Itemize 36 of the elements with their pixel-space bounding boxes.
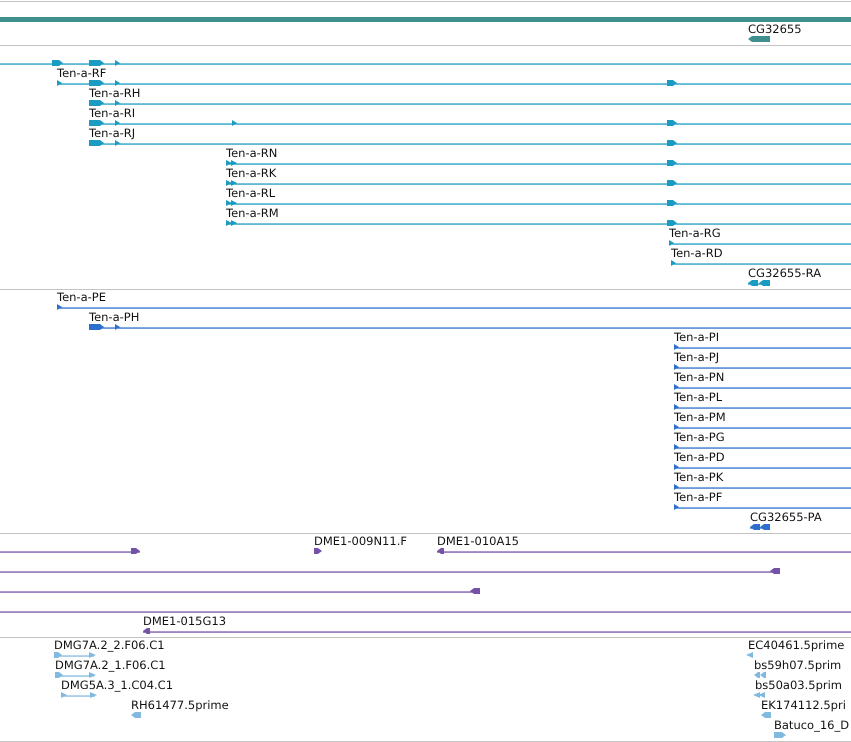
feature-label: RH61477.5prime [131, 698, 229, 712]
feature-label: DME1-015G13 [143, 614, 226, 628]
feature-label: Ten-a-PK [674, 470, 724, 484]
feature-label: DME1-009N11.F [314, 534, 407, 548]
feature-label: CG32655-RA [748, 266, 822, 280]
feature-label: Ten-a-RM [226, 206, 279, 220]
feature-label: DMG5A.3_1.C04.C1 [61, 678, 174, 692]
feature-label: EC40461.5prime [748, 638, 844, 652]
feature-label: Ten-a-PN [674, 370, 724, 384]
feature-label: Ten-a-PE [57, 290, 106, 304]
feature-label: EK174112.5pri [761, 698, 846, 712]
feature-label: CG32655 [748, 22, 802, 36]
feature-label: Ten-a-PI [674, 330, 720, 344]
feature-label: Ten-a-PM [674, 410, 726, 424]
feature-label: Ten-a-RF [57, 66, 106, 80]
feature-label: Ten-a-PJ [674, 350, 720, 364]
feature-label: Ten-a-PG [674, 430, 725, 444]
feature-label: Ten-a-PH [89, 310, 140, 324]
feature-label: Ten-a-RD [671, 246, 723, 260]
feature-label: Ten-a-RH [89, 86, 140, 100]
feature-label: Ten-a-RN [226, 146, 278, 160]
feature-label: CG32655-PA [750, 510, 822, 524]
feature-label: Batuco_16_D [774, 718, 850, 732]
feature-label: Ten-a-PF [674, 490, 722, 504]
feature-label: bs59h07.5prim [754, 658, 842, 672]
feature-label: Ten-a-RJ [89, 126, 136, 140]
feature-label: Ten-a-PD [674, 450, 725, 464]
feature-label: DMG7A.2_2.F06.C1 [54, 638, 165, 652]
feature-label: Ten-a-RI [89, 106, 136, 120]
feature-label: DMG7A.2_1.F06.C1 [55, 658, 166, 672]
feature-label: DME1-010A15 [437, 534, 519, 548]
feature-label: Ten-a-PL [674, 390, 722, 404]
feature-label: Ten-a-RK [226, 166, 276, 180]
feature-label: Ten-a-RL [226, 186, 276, 200]
feature-label: bs50a03.5prim [755, 678, 842, 692]
feature-label: Ten-a-RG [669, 226, 721, 240]
